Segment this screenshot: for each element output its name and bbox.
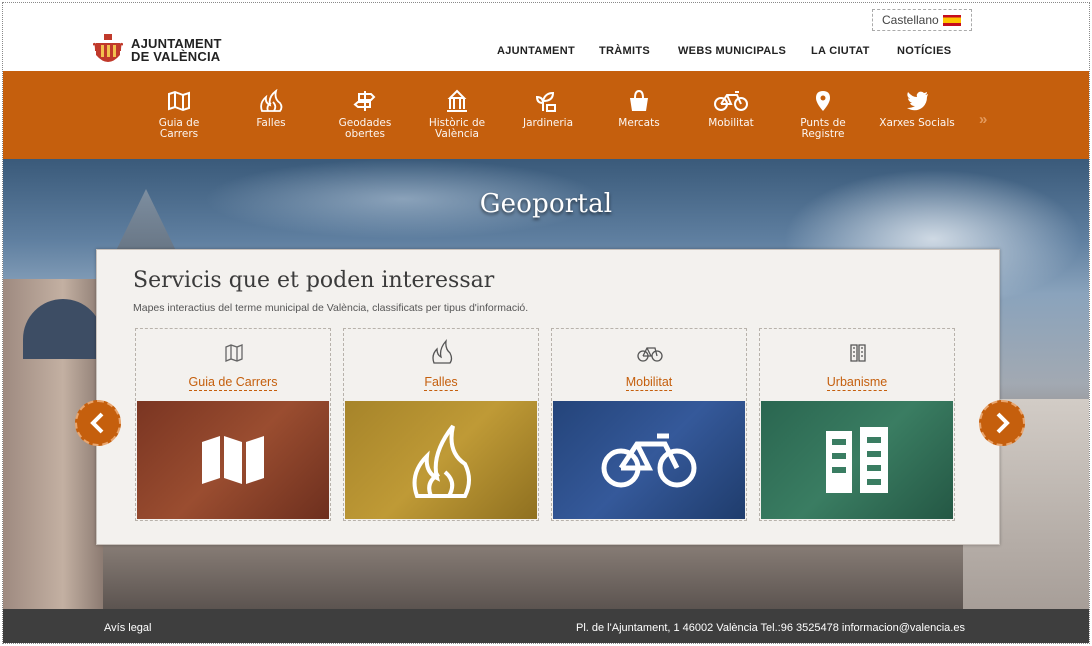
language-selector[interactable]: Castellano xyxy=(872,9,972,31)
buildings-icon xyxy=(826,427,888,493)
legal-notice-link[interactable]: Avís legal xyxy=(104,622,152,634)
service-card-urbanisme[interactable]: Urbanisme xyxy=(759,328,955,521)
falles-icon xyxy=(432,339,453,364)
category-jardineria[interactable]: Jardineria xyxy=(508,89,588,129)
nav-la-ciutat[interactable]: LA CIUTAT xyxy=(811,45,897,57)
services-panel: Servicis que et poden interessar Mapes i… xyxy=(96,249,1000,545)
category-mobilitat[interactable]: Mobilitat xyxy=(691,89,771,129)
card-image[interactable] xyxy=(137,401,329,519)
carousel-prev-button[interactable] xyxy=(75,400,121,446)
spain-flag-icon xyxy=(943,15,961,26)
logo-text: AJUNTAMENT DE VALÈNCIA xyxy=(131,37,222,63)
service-card-falles[interactable]: Falles xyxy=(343,328,539,521)
signpost-icon xyxy=(353,91,376,111)
map-icon xyxy=(202,436,264,484)
chevron-left-icon xyxy=(90,412,104,434)
hero-banner: Geoportal Servicis que et poden interess… xyxy=(3,159,1089,609)
category-label: Carrers xyxy=(159,128,199,140)
footer-address: Pl. de l'Ajuntament, 1 46002 València Te… xyxy=(576,622,965,634)
falles-icon xyxy=(260,89,283,112)
category-historic-de-valencia[interactable]: Històric de València xyxy=(417,89,497,140)
category-label: obertes xyxy=(345,128,385,140)
nav-noticies[interactable]: NOTÍCIES xyxy=(897,45,957,57)
category-label: Mobilitat xyxy=(708,117,754,129)
shopping-bag-icon xyxy=(630,89,648,111)
chevron-right-icon xyxy=(996,412,1010,434)
coat-of-arms-icon xyxy=(93,34,123,62)
service-card-guia-de-carrers[interactable]: Guia de Carrers xyxy=(135,328,331,521)
page-frame: Castellano AJUNTAMENT DE VALÈNCIA AJUNTA… xyxy=(2,2,1090,644)
nav-tramits[interactable]: TRÀMITS xyxy=(599,45,678,57)
category-label: València xyxy=(435,128,479,140)
category-label: Mercats xyxy=(618,117,660,129)
card-label[interactable]: Falles xyxy=(344,375,538,391)
carousel-next-button[interactable] xyxy=(979,400,1025,446)
more-categories-chevron-icon[interactable]: » xyxy=(979,111,987,128)
panel-title: Servicis que et poden interessar xyxy=(133,268,495,293)
card-image[interactable] xyxy=(761,401,953,519)
category-mercats[interactable]: Mercats xyxy=(599,89,679,129)
service-card-mobilitat[interactable]: Mobilitat xyxy=(551,328,747,521)
card-label-text: Falles xyxy=(424,375,458,391)
card-label[interactable]: Urbanisme xyxy=(760,375,954,391)
category-falles[interactable]: Falles xyxy=(231,89,311,129)
map-pin-icon xyxy=(816,91,830,111)
background-street xyxy=(103,539,963,609)
card-image[interactable] xyxy=(345,401,537,519)
card-label[interactable]: Mobilitat xyxy=(552,375,746,391)
card-label-text: Urbanisme xyxy=(826,375,888,391)
monument-icon xyxy=(447,89,467,112)
category-xarxes-socials[interactable]: Xarxes Socials xyxy=(875,89,959,129)
site-footer: Avís legal Pl. de l'Ajuntament, 1 46002 … xyxy=(3,609,1089,643)
logo-line-2: DE VALÈNCIA xyxy=(131,49,221,64)
card-label[interactable]: Guia de Carrers xyxy=(136,375,330,391)
main-navigation: AJUNTAMENT TRÀMITS WEBS MUNICIPALS LA CI… xyxy=(497,45,957,57)
category-geodades-obertes[interactable]: Geodades obertes xyxy=(325,89,405,140)
category-guia-de-carrers[interactable]: Guia de Carrers xyxy=(139,89,219,140)
panel-subtitle: Mapes interactius del terme municipal de… xyxy=(133,302,529,314)
category-label: Xarxes Socials xyxy=(879,117,955,129)
nav-webs-municipals[interactable]: WEBS MUNICIPALS xyxy=(678,45,811,57)
falles-icon xyxy=(412,424,471,498)
category-punts-de-registre[interactable]: Punts de Registre xyxy=(783,89,863,140)
top-header: Castellano AJUNTAMENT DE VALÈNCIA AJUNTA… xyxy=(3,3,1089,71)
category-bar: Guia de Carrers Falles Geodades obertes … xyxy=(3,71,1089,159)
category-label: Jardineria xyxy=(522,117,574,129)
category-label: Registre xyxy=(801,128,845,140)
hero-title: Geoportal xyxy=(479,189,613,219)
language-label: Castellano xyxy=(882,13,939,27)
card-label-text: Guia de Carrers xyxy=(188,375,278,391)
card-image[interactable] xyxy=(553,401,745,519)
card-label-text: Mobilitat xyxy=(625,375,673,391)
bicycle-icon xyxy=(714,91,748,111)
twitter-bird-icon xyxy=(907,91,928,111)
map-icon xyxy=(225,344,243,362)
plant-icon xyxy=(535,91,556,112)
category-label: Falles xyxy=(256,117,286,129)
nav-ajuntament[interactable]: AJUNTAMENT xyxy=(497,45,599,57)
bicycle-icon xyxy=(637,347,663,362)
map-icon xyxy=(168,90,190,112)
bicycle-icon xyxy=(601,433,697,488)
buildings-icon xyxy=(850,344,866,362)
